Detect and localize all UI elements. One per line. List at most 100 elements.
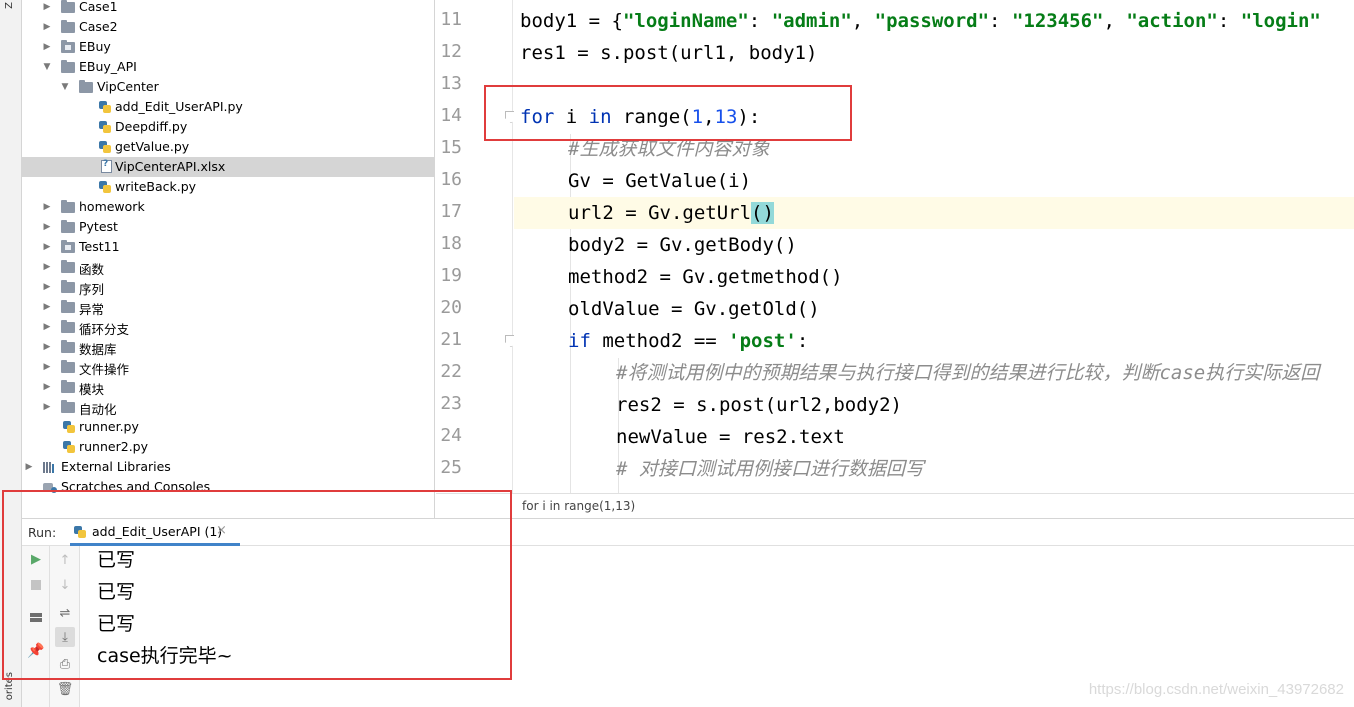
tree-item-pytest[interactable]: ▶ Pytest xyxy=(22,217,434,237)
tree-item-label: runner2.py xyxy=(79,439,148,454)
tree-item-label: Test11 xyxy=(79,239,120,254)
code-line-22[interactable]: #将测试用例中的预期结果与执行接口得到的结果进行比较，判断case执行实际返回 xyxy=(616,357,1354,389)
tree-item-label: VipCenterAPI.xlsx xyxy=(115,159,226,174)
tree-item-test11[interactable]: ▶ Test11 xyxy=(22,237,434,257)
line-number: 11 xyxy=(440,9,462,30)
chevron-right-icon[interactable]: ▶ xyxy=(42,242,52,252)
tree-item-writeback[interactable]: writeBack.py xyxy=(22,177,434,197)
structure-tab-label[interactable]: Z xyxy=(4,2,15,9)
folder-icon xyxy=(60,379,75,393)
chevron-right-icon[interactable]: ▶ xyxy=(42,302,52,312)
tree-item-ebuy-api[interactable]: ▼ EBuy_API xyxy=(22,57,434,77)
folder-icon xyxy=(60,59,75,73)
breadcrumb[interactable]: for i in range(1,13) xyxy=(436,493,1354,518)
tree-item-case2[interactable]: ▶ Case2 xyxy=(22,17,434,37)
folder-icon xyxy=(60,259,75,273)
tree-item-vipcenter[interactable]: ▼ VipCenter xyxy=(22,77,434,97)
tree-item-label: External Libraries xyxy=(61,459,171,474)
code-line-23[interactable]: res2 = s.post(url2,body2) xyxy=(616,389,1354,421)
tree-item-xulie[interactable]: ▶ 序列 xyxy=(22,277,434,297)
tree-item-getvalue[interactable]: getValue.py xyxy=(22,137,434,157)
tree-item-xunhuan[interactable]: ▶ 循环分支 xyxy=(22,317,434,337)
folder-icon xyxy=(60,319,75,333)
tree-item-label: EBuy_API xyxy=(79,59,137,74)
code-line-11[interactable]: body1 = {"loginName": "admin", "password… xyxy=(520,5,1354,37)
code-line-25[interactable]: # 对接口测试用例接口进行数据回写 xyxy=(616,453,1354,485)
watermark: https://blog.csdn.net/weixin_43972682 xyxy=(1088,681,1344,698)
unknown-file-icon xyxy=(99,159,114,173)
tree-item-add-edit-userapi[interactable]: add_Edit_UserAPI.py xyxy=(22,97,434,117)
line-number: 25 xyxy=(440,457,462,478)
chevron-right-icon[interactable]: ▶ xyxy=(42,402,52,412)
code-line-20[interactable]: oldValue = Gv.getOld() xyxy=(568,293,1354,325)
line-number: 15 xyxy=(440,137,462,158)
line-number: 24 xyxy=(440,425,462,446)
tree-item-shujuku[interactable]: ▶ 数据库 xyxy=(22,337,434,357)
tree-item-vipcenterapi-xlsx[interactable]: VipCenterAPI.xlsx xyxy=(22,157,434,177)
tree-item-wenjian[interactable]: ▶ 文件操作 xyxy=(22,357,434,377)
chevron-right-icon[interactable]: ▶ xyxy=(42,42,52,52)
chevron-right-icon[interactable]: ▶ xyxy=(42,382,52,392)
tree-item-label: getValue.py xyxy=(115,139,190,154)
tree-item-mokuai[interactable]: ▶ 模块 xyxy=(22,377,434,397)
code-line-21[interactable]: if method2 == 'post': xyxy=(568,325,1354,357)
tree-item-label: Case2 xyxy=(79,19,118,34)
chevron-right-icon[interactable]: ▶ xyxy=(24,462,34,472)
matched-paren-highlight: () xyxy=(751,202,774,224)
chevron-right-icon[interactable]: ▶ xyxy=(42,22,52,32)
tree-item-yichang[interactable]: ▶ 异常 xyxy=(22,297,434,317)
tree-item-zidonghua[interactable]: ▶ 自动化 xyxy=(22,397,434,417)
tree-item-label: writeBack.py xyxy=(115,179,197,194)
python-file-icon xyxy=(61,421,76,433)
chevron-right-icon[interactable]: ▶ xyxy=(42,322,52,332)
chevron-right-icon[interactable]: ▶ xyxy=(42,342,52,352)
tree-item-ebuy[interactable]: ▶ EBuy xyxy=(22,37,434,57)
code-line-17-current[interactable]: url2 = Gv.getUrl() xyxy=(514,197,1354,229)
chevron-right-icon[interactable]: ▶ xyxy=(42,2,52,12)
code-line-19[interactable]: method2 = Gv.getmethod() xyxy=(568,261,1354,293)
code-line-18[interactable]: body2 = Gv.getBody() xyxy=(568,229,1354,261)
tree-item-label: 异常 xyxy=(79,302,105,317)
chevron-down-icon[interactable]: ▼ xyxy=(42,62,52,72)
tree-item-hanshu[interactable]: ▶ 函数 xyxy=(22,257,434,277)
trash-icon[interactable]: 🗑 xyxy=(55,679,75,699)
tree-item-deepdiff[interactable]: Deepdiff.py xyxy=(22,117,434,137)
line-number: 21 xyxy=(440,329,462,350)
chevron-right-icon[interactable]: ▶ xyxy=(42,262,52,272)
tree-item-label: Pytest xyxy=(79,219,118,234)
python-file-icon xyxy=(97,101,112,113)
tree-item-runner2[interactable]: runner2.py xyxy=(22,437,434,457)
line-number: 18 xyxy=(440,233,462,254)
tree-item-label: 模块 xyxy=(79,382,105,397)
code-line-16[interactable]: Gv = GetValue(i) xyxy=(568,165,1354,197)
line-number: 14 xyxy=(440,105,462,126)
breadcrumb-item[interactable]: for i in range(1,13) xyxy=(522,499,635,513)
python-file-icon xyxy=(61,441,76,453)
tree-item-case1[interactable]: ▶ Case1 xyxy=(22,0,434,17)
project-tree: ▶ Case1 ▶ Case2 ▶ EBuy ▼ EBuy_API ▼ VipC… xyxy=(22,0,435,518)
tree-item-runner[interactable]: runner.py xyxy=(22,417,434,437)
tree-item-external-libraries[interactable]: ▶ External Libraries xyxy=(22,457,434,477)
tree-item-label: 函数 xyxy=(79,262,105,277)
chevron-right-icon[interactable]: ▶ xyxy=(42,222,52,232)
line-number: 16 xyxy=(440,169,462,190)
tree-item-label: VipCenter xyxy=(97,79,159,94)
tree-item-label: 序列 xyxy=(79,282,105,297)
python-file-icon xyxy=(97,181,112,193)
folder-icon xyxy=(60,219,75,233)
tree-item-label: 循环分支 xyxy=(79,322,130,337)
chevron-down-icon[interactable]: ▼ xyxy=(60,82,70,92)
python-file-icon xyxy=(97,141,112,153)
folder-icon xyxy=(60,19,75,33)
code-line-12[interactable]: res1 = s.post(url1, body1) xyxy=(520,37,1354,69)
chevron-right-icon[interactable]: ▶ xyxy=(42,282,52,292)
folder-icon xyxy=(60,299,75,313)
tree-item-label: EBuy xyxy=(79,39,111,54)
tree-item-homework[interactable]: ▶ homework xyxy=(22,197,434,217)
folder-icon xyxy=(78,79,93,93)
code-line-24[interactable]: newValue = res2.text xyxy=(616,421,1354,453)
folder-icon xyxy=(60,399,75,413)
code-editor[interactable]: body1 = {"loginName": "admin", "password… xyxy=(514,0,1354,493)
chevron-right-icon[interactable]: ▶ xyxy=(42,362,52,372)
chevron-right-icon[interactable]: ▶ xyxy=(42,202,52,212)
